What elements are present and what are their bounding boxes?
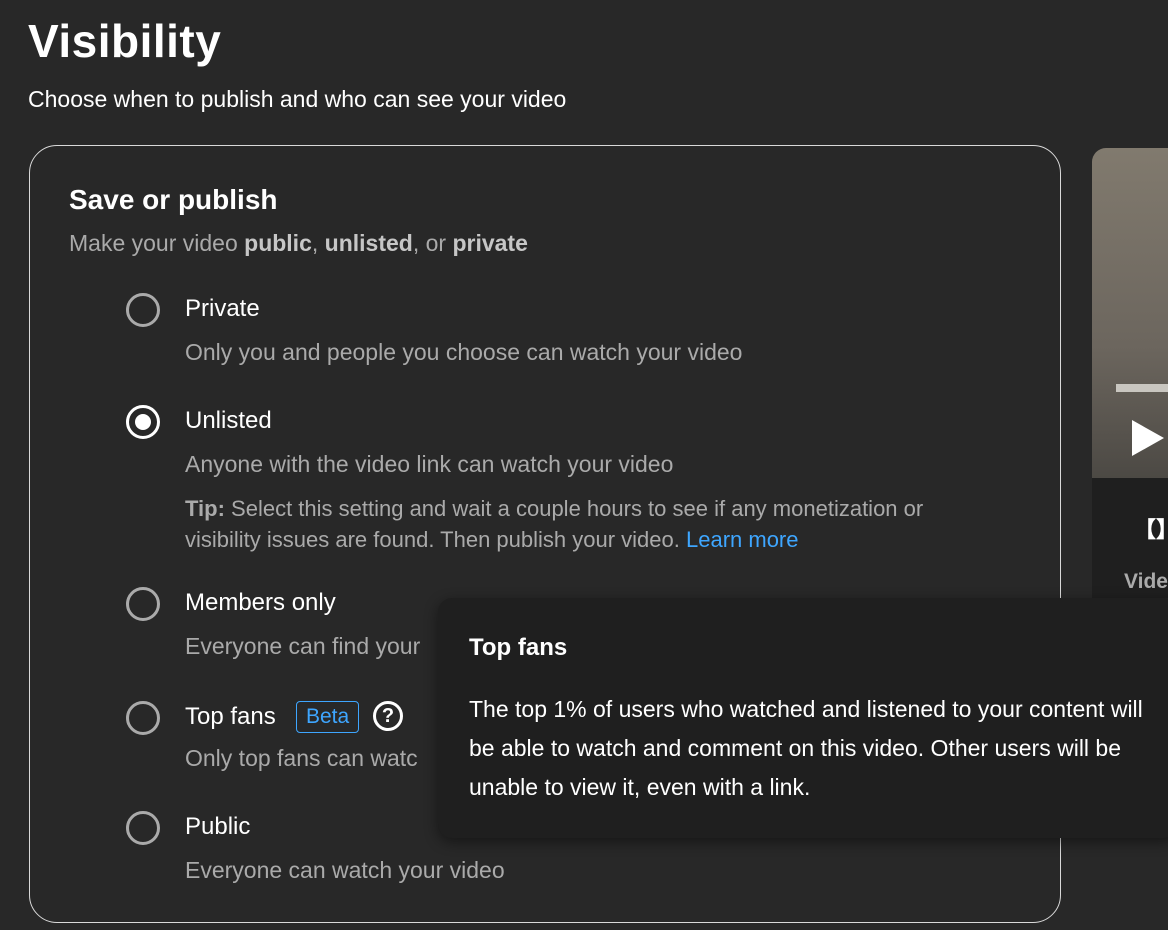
private-label[interactable]: Private [185, 295, 260, 323]
unlisted-description: Anyone with the video link can watch you… [185, 451, 674, 477]
tip-label: Tip: [185, 496, 225, 521]
tooltip-title: Top fans [469, 634, 568, 661]
card-subtitle: Make your video public, unlisted, or pri… [69, 230, 528, 256]
members-only-description: Everyone can find your [185, 633, 421, 659]
page-subtitle: Choose when to publish and who can see y… [28, 86, 567, 112]
learn-more-link[interactable]: Learn more [686, 527, 799, 552]
unlisted-word: unlisted [324, 230, 413, 256]
video-link-label: Vide [1124, 570, 1168, 593]
top-fans-description: Only top fans can watc [185, 745, 418, 771]
public-radio[interactable] [126, 811, 160, 845]
top-fans-radio[interactable] [126, 701, 160, 735]
public-label[interactable]: Public [185, 813, 250, 841]
private-description: Only you and people you choose can watch… [185, 339, 743, 365]
beta-badge: Beta [296, 701, 360, 733]
unlisted-label[interactable]: Unlisted [185, 407, 272, 435]
private-word: private [452, 230, 528, 256]
private-radio[interactable] [126, 293, 160, 327]
video-title-fragment: 【】 [1134, 517, 1168, 542]
public-description: Everyone can watch your video [185, 857, 505, 883]
top-fans-label[interactable]: Top fans [185, 703, 276, 731]
top-fans-tooltip: Top fans The top 1% of users who watched… [438, 598, 1168, 838]
members-only-radio[interactable] [126, 587, 160, 621]
tooltip-body: The top 1% of users who watched and list… [469, 696, 1143, 800]
tip-text: Select this setting and wait a couple ho… [185, 496, 924, 552]
help-icon[interactable]: ? [373, 701, 403, 731]
play-icon[interactable] [1132, 420, 1164, 456]
public-word: public [244, 230, 312, 256]
progress-bar[interactable] [1116, 384, 1168, 392]
members-only-label[interactable]: Members only [185, 589, 336, 617]
card-title: Save or publish [69, 184, 278, 215]
unlisted-tip: Tip: Select this setting and wait a coup… [185, 493, 1005, 555]
page-title: Visibility [28, 15, 222, 67]
unlisted-radio[interactable] [126, 405, 160, 439]
video-preview[interactable] [1092, 148, 1168, 478]
